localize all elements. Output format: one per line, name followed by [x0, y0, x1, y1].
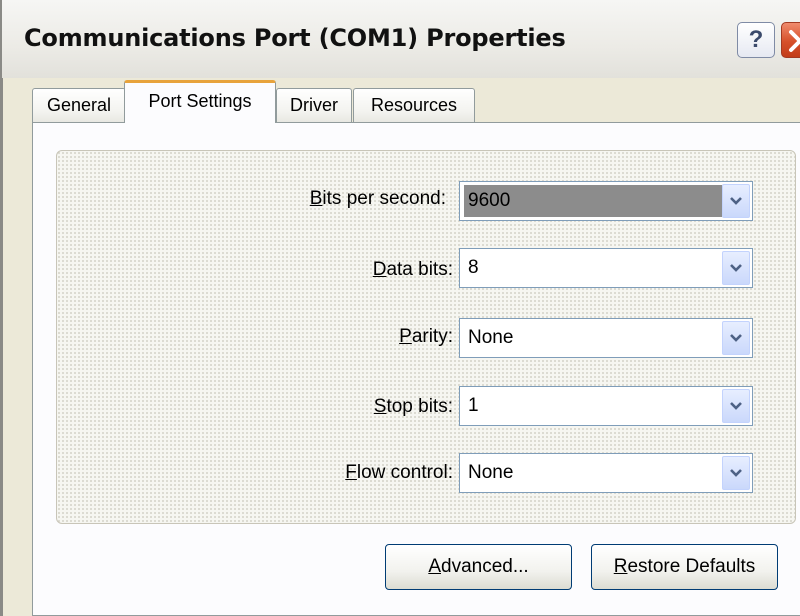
bits-per-second-dropdown-button[interactable]: [722, 184, 750, 218]
bits-per-second-label-text: its per second:: [322, 188, 446, 209]
tab-port-settings-label: Port Settings: [148, 91, 252, 111]
flow-control-value: None: [468, 462, 514, 483]
parity-value: None: [468, 327, 514, 348]
bits-per-second-label: Bits per second:: [310, 188, 446, 210]
stop-bits-label: Stop bits:: [374, 396, 453, 418]
chevron-down-icon: [730, 402, 742, 410]
restore-defaults-button-label: estore Defaults: [627, 556, 756, 577]
tab-driver-label: Driver: [290, 95, 338, 115]
data-bits-label: Data bits:: [373, 259, 453, 281]
data-bits-value: 8: [468, 257, 479, 278]
tab-resources-label: Resources: [370, 95, 458, 115]
chevron-down-icon: [730, 197, 742, 205]
flow-control-select[interactable]: None: [459, 453, 753, 493]
chevron-down-icon: [730, 334, 742, 342]
bits-per-second-access-key: B: [309, 188, 323, 209]
flow-control-label-text: low control:: [356, 462, 453, 483]
tab-driver[interactable]: Driver: [276, 88, 352, 122]
parity-label: Parity:: [399, 326, 453, 348]
tab-general-label: General: [46, 95, 112, 115]
bits-per-second-value: 9600: [464, 185, 722, 217]
data-bits-dropdown-button[interactable]: [722, 251, 750, 285]
stop-bits-label-text: top bits:: [386, 396, 453, 417]
bits-per-second-select[interactable]: 9600: [459, 181, 753, 221]
question-mark-icon: ?: [748, 26, 764, 53]
stop-bits-access-key: S: [373, 396, 387, 417]
parity-select[interactable]: None: [459, 318, 753, 358]
stop-bits-dropdown-button[interactable]: [722, 389, 750, 423]
tab-resources[interactable]: Resources: [353, 88, 475, 122]
advanced-access-key: A: [428, 556, 441, 577]
chevron-down-icon: [730, 264, 742, 272]
close-icon: [789, 30, 800, 52]
parity-label-text: arity:: [411, 326, 453, 347]
data-bits-access-key: D: [372, 259, 387, 280]
data-bits-label-text: ata bits:: [386, 259, 453, 280]
stop-bits-value: 1: [468, 395, 479, 416]
parity-dropdown-button[interactable]: [722, 321, 750, 355]
close-button[interactable]: [781, 22, 800, 58]
tab-general[interactable]: General: [32, 88, 126, 122]
parity-access-key: P: [399, 326, 412, 347]
chevron-down-icon: [730, 469, 742, 477]
stop-bits-select[interactable]: 1: [459, 386, 753, 426]
restore-defaults-button[interactable]: Restore Defaults: [591, 544, 778, 590]
flow-control-access-key: F: [345, 462, 357, 483]
flow-control-label: Flow control:: [345, 462, 453, 484]
advanced-button[interactable]: Advanced...: [385, 544, 572, 590]
tab-port-settings[interactable]: Port Settings: [124, 80, 276, 123]
advanced-button-label: dvanced...: [441, 556, 529, 577]
data-bits-select[interactable]: 8: [459, 248, 753, 288]
restore-access-key: R: [613, 556, 628, 577]
flow-control-dropdown-button[interactable]: [722, 456, 750, 490]
title-bar[interactable]: Communications Port (COM1) Properties ?: [0, 0, 800, 78]
window-title: Communications Port (COM1) Properties: [24, 24, 566, 52]
help-button[interactable]: ?: [737, 22, 775, 58]
